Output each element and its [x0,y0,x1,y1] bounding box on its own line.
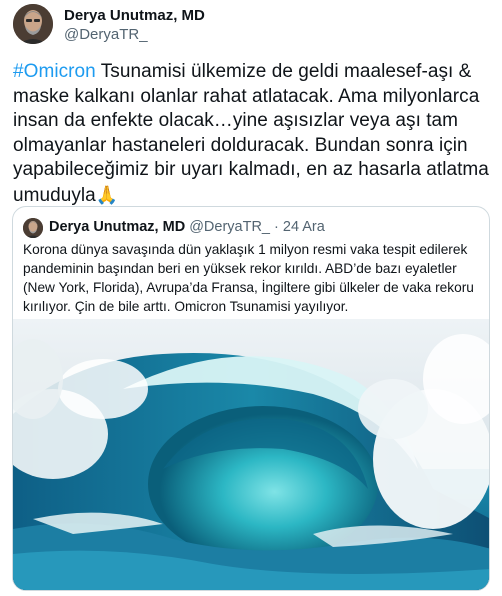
quoted-author-avatar [23,218,43,238]
author-avatar[interactable] [13,4,53,44]
hashtag-link[interactable]: #Omicron [13,61,96,82]
tweet-text: #Omicron Tsunamisi ülkemize de geldi maa… [13,60,499,208]
avatar-photo [23,218,43,238]
author-name[interactable]: Derya Unutmaz, MD [64,7,205,24]
quoted-author-name: Derya Unutmaz, MD [49,219,186,235]
quoted-text: Korona dünya savaşında dün yaklaşık 1 mi… [23,242,474,314]
quoted-header: Derya Unutmaz, MD @DeryaTR_ · 24 Ara [49,219,325,235]
tweet-body: Tsunamisi ülkemize de geldi maalesef-aşı… [13,61,489,206]
quoted-tweet-card[interactable]: Derya Unutmaz, MD @DeryaTR_ · 24 Ara Kor… [12,206,490,591]
quoted-author-handle: @DeryaTR_ [189,219,270,235]
pray-emoji-icon: 🙏 [95,184,119,205]
quoted-separator: · [274,219,279,235]
quoted-date: 24 Ara [282,219,325,235]
avatar-photo [13,4,53,44]
tsunami-wave-image[interactable] [13,319,489,590]
author-handle[interactable]: @DeryaTR_ [64,26,148,43]
wave-illustration [13,319,489,590]
